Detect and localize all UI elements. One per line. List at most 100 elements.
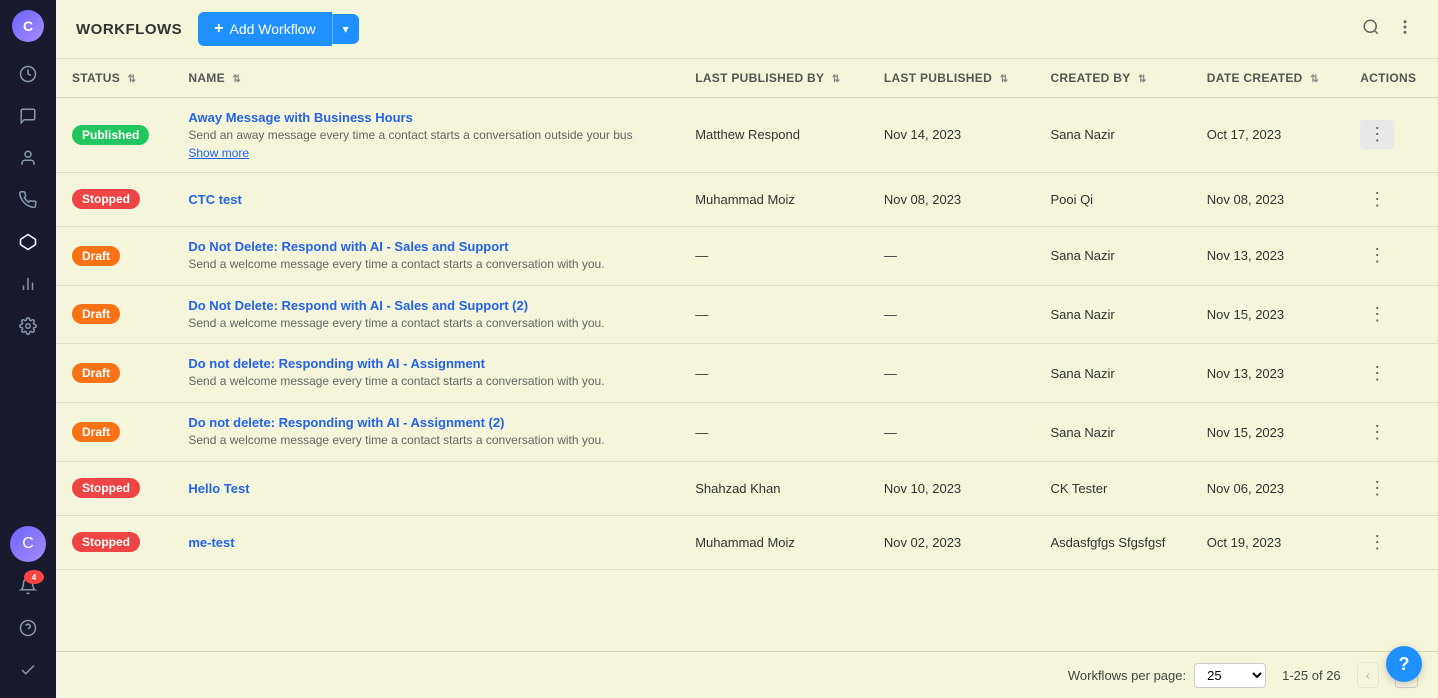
- cell-created-by: Sana Nazir: [1034, 403, 1190, 462]
- cell-last-published-by: Matthew Respond: [679, 98, 868, 173]
- col-last-published: LAST PUBLISHED ⇅: [868, 59, 1035, 98]
- per-page-select[interactable]: 25 10 50 100: [1194, 663, 1266, 688]
- cell-name: Do not delete: Responding with AI - Assi…: [172, 403, 679, 462]
- cell-status: Draft: [56, 403, 172, 462]
- show-more-link[interactable]: Show more: [188, 146, 663, 160]
- cell-last-published: Nov 10, 2023: [868, 461, 1035, 515]
- col-actions: ACTIONS: [1344, 59, 1438, 98]
- workflows-table-container: STATUS ⇅ NAME ⇅ LAST PUBLISHED BY ⇅ LAST…: [56, 59, 1438, 651]
- workflow-name-link[interactable]: Do not delete: Responding with AI - Assi…: [188, 415, 504, 430]
- sidebar-item-user[interactable]: C: [10, 526, 46, 562]
- row-actions-button[interactable]: ⋮: [1360, 241, 1394, 270]
- status-badge: Stopped: [72, 189, 140, 209]
- created-by-sort-icon[interactable]: ⇅: [1138, 74, 1147, 85]
- cell-last-published-by: Shahzad Khan: [679, 461, 868, 515]
- col-status: STATUS ⇅: [56, 59, 172, 98]
- row-actions-button[interactable]: ⋮: [1360, 359, 1394, 388]
- row-actions-button[interactable]: ⋮: [1360, 418, 1394, 447]
- table-body: PublishedAway Message with Business Hour…: [56, 98, 1438, 570]
- cell-actions: ⋮: [1344, 98, 1438, 173]
- cell-date-created: Nov 06, 2023: [1191, 461, 1344, 515]
- avatar[interactable]: C: [12, 10, 44, 42]
- cell-created-by: Pooi Qi: [1034, 172, 1190, 226]
- workflow-name-link[interactable]: Do Not Delete: Respond with AI - Sales a…: [188, 239, 508, 254]
- cell-name: Hello Test: [172, 461, 679, 515]
- add-workflow-button-group: + Add Workflow ▾: [198, 12, 358, 46]
- row-actions-button[interactable]: ⋮: [1360, 185, 1394, 214]
- add-workflow-dropdown-button[interactable]: ▾: [332, 14, 359, 44]
- row-actions-button[interactable]: ⋮: [1360, 300, 1394, 329]
- workflows-table: STATUS ⇅ NAME ⇅ LAST PUBLISHED BY ⇅ LAST…: [56, 59, 1438, 570]
- name-sort-icon[interactable]: ⇅: [233, 74, 242, 85]
- table-row: DraftDo Not Delete: Respond with AI - Sa…: [56, 226, 1438, 285]
- date-created-sort-icon[interactable]: ⇅: [1310, 74, 1319, 85]
- prev-page-button[interactable]: ‹: [1357, 662, 1380, 688]
- cell-last-published: —: [868, 226, 1035, 285]
- sidebar-item-settings[interactable]: [10, 308, 46, 344]
- help-button[interactable]: ?: [1386, 646, 1422, 682]
- workflow-name-link[interactable]: me-test: [188, 535, 234, 550]
- last-published-by-sort-icon[interactable]: ⇅: [832, 74, 841, 85]
- cell-created-by: Sana Nazir: [1034, 344, 1190, 403]
- cell-date-created: Nov 08, 2023: [1191, 172, 1344, 226]
- sidebar-item-notifications[interactable]: 4: [10, 568, 46, 604]
- sidebar-item-dashboard[interactable]: [10, 56, 46, 92]
- workflow-name-link[interactable]: Away Message with Business Hours: [188, 110, 412, 125]
- row-actions-button[interactable]: ⋮: [1360, 474, 1394, 503]
- per-page-wrapper: Workflows per page: 25 10 50 100: [1068, 663, 1266, 688]
- cell-date-created: Nov 13, 2023: [1191, 344, 1344, 403]
- cell-status: Stopped: [56, 172, 172, 226]
- col-name: NAME ⇅: [172, 59, 679, 98]
- cell-last-published: —: [868, 344, 1035, 403]
- cell-last-published-by: —: [679, 226, 868, 285]
- cell-last-published: Nov 02, 2023: [868, 515, 1035, 569]
- status-sort-icon[interactable]: ⇅: [128, 74, 137, 85]
- sidebar-item-done[interactable]: [10, 652, 46, 688]
- header: WORKFLOWS + Add Workflow ▾: [56, 0, 1438, 59]
- cell-date-created: Oct 17, 2023: [1191, 98, 1344, 173]
- per-page-label: Workflows per page:: [1068, 668, 1186, 683]
- cell-status: Published: [56, 98, 172, 173]
- cell-last-published-by: —: [679, 285, 868, 344]
- main-content: WORKFLOWS + Add Workflow ▾ STATUS: [56, 0, 1438, 698]
- cell-actions: ⋮: [1344, 403, 1438, 462]
- workflow-description: Send a welcome message every time a cont…: [188, 315, 663, 332]
- cell-name: me-test: [172, 515, 679, 569]
- workflow-name-link[interactable]: Hello Test: [188, 481, 249, 496]
- workflow-name-link[interactable]: Do Not Delete: Respond with AI - Sales a…: [188, 298, 528, 313]
- cell-actions: ⋮: [1344, 172, 1438, 226]
- workflow-name-link[interactable]: Do not delete: Responding with AI - Assi…: [188, 356, 485, 371]
- cell-last-published-by: Muhammad Moiz: [679, 515, 868, 569]
- row-actions-button[interactable]: ⋮: [1360, 120, 1394, 149]
- workflow-name-link[interactable]: CTC test: [188, 192, 241, 207]
- cell-last-published: Nov 08, 2023: [868, 172, 1035, 226]
- table-row: StoppedCTC testMuhammad MoizNov 08, 2023…: [56, 172, 1438, 226]
- status-badge: Draft: [72, 304, 120, 324]
- sidebar-item-calls[interactable]: [10, 182, 46, 218]
- workflow-description: Send a welcome message every time a cont…: [188, 432, 663, 449]
- add-workflow-label: Add Workflow: [230, 21, 316, 37]
- row-actions-button[interactable]: ⋮: [1360, 528, 1394, 557]
- sidebar-item-reports[interactable]: [10, 266, 46, 302]
- workflow-description: Send a welcome message every time a cont…: [188, 373, 663, 390]
- sidebar-item-help[interactable]: [10, 610, 46, 646]
- sidebar-item-workflows[interactable]: [10, 224, 46, 260]
- cell-name: Away Message with Business HoursSend an …: [172, 98, 679, 173]
- col-last-published-by: LAST PUBLISHED BY ⇅: [679, 59, 868, 98]
- table-header: STATUS ⇅ NAME ⇅ LAST PUBLISHED BY ⇅ LAST…: [56, 59, 1438, 98]
- sidebar-item-conversations[interactable]: [10, 98, 46, 134]
- add-workflow-button[interactable]: + Add Workflow: [198, 12, 331, 46]
- cell-actions: ⋮: [1344, 226, 1438, 285]
- search-button[interactable]: [1358, 14, 1384, 45]
- cell-name: Do Not Delete: Respond with AI - Sales a…: [172, 226, 679, 285]
- sidebar-item-contacts[interactable]: [10, 140, 46, 176]
- cell-actions: ⋮: [1344, 515, 1438, 569]
- more-options-button[interactable]: [1392, 14, 1418, 45]
- cell-name: Do not delete: Responding with AI - Assi…: [172, 344, 679, 403]
- table-row: Draft Do not delete: Responding with AI -…: [56, 344, 1438, 403]
- cell-created-by: Asdasfgfgs Sfgsfgsf: [1034, 515, 1190, 569]
- last-published-sort-icon[interactable]: ⇅: [1000, 74, 1009, 85]
- cell-status: Stopped: [56, 515, 172, 569]
- status-badge: Draft: [72, 363, 120, 383]
- status-badge: Stopped: [72, 532, 140, 552]
